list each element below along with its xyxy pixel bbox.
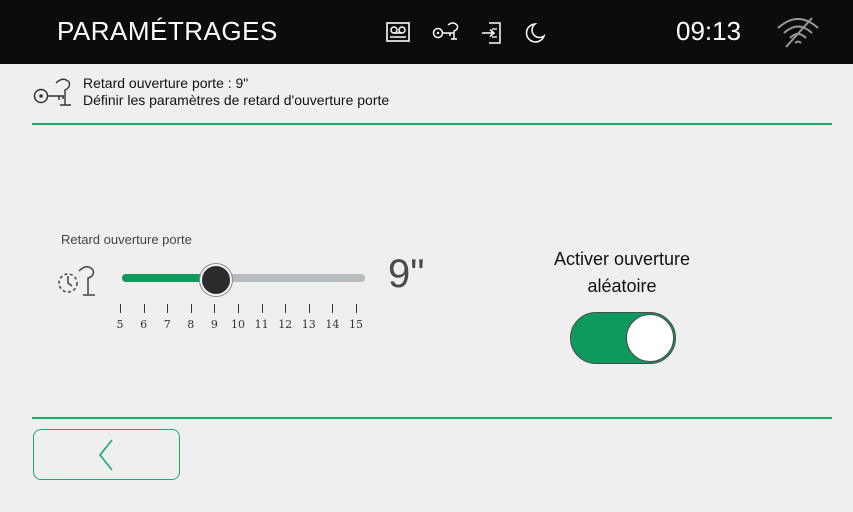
slider-tick-label: 14	[325, 318, 340, 331]
moon-icon	[524, 22, 546, 49]
divider-bottom	[32, 417, 832, 419]
random-open-toggle[interactable]	[570, 312, 676, 364]
slider-label: Retard ouverture porte	[61, 232, 192, 247]
slider-tick-label: 9	[210, 318, 218, 331]
delay-slider-track[interactable]	[122, 274, 365, 282]
divider-top	[32, 123, 832, 125]
slider-tick	[285, 304, 287, 313]
slider-tick	[190, 304, 192, 313]
slider-tick-label: 12	[278, 318, 293, 331]
page-title: PARAMÉTRAGES	[57, 16, 278, 46]
slider-tick	[143, 304, 145, 313]
header-title: Retard ouverture porte : 9"	[83, 75, 249, 91]
slider-tick	[356, 304, 357, 313]
voicemail-icon	[386, 22, 410, 47]
slider-tick	[120, 304, 121, 313]
top-bar: PARAMÉTRAGES 09:13	[0, 0, 853, 64]
slider-tick-label: 10	[231, 318, 245, 331]
random-open-label-line2: aléatoire	[587, 276, 657, 296]
door-exit-icon	[481, 22, 503, 49]
slider-tick-label: 6	[140, 318, 148, 331]
delay-slider-thumb[interactable]	[200, 264, 233, 296]
slider-tick	[332, 304, 334, 313]
back-button[interactable]	[33, 429, 180, 480]
key-icon	[32, 76, 76, 115]
slider-tick-label: 13	[301, 318, 316, 331]
slider-tick-label: 5	[116, 318, 124, 331]
delay-value: 9"	[388, 252, 425, 296]
slider-tick-label: 15	[349, 318, 363, 331]
slider-tick	[261, 304, 263, 313]
random-open-label-line1: Activer ouverture	[553, 249, 691, 269]
slider-tick-label: 11	[254, 318, 269, 331]
wifi-off-icon	[776, 16, 820, 53]
key-icon	[432, 22, 460, 47]
slider-tick	[167, 304, 169, 313]
slider-tick-label: 8	[187, 318, 195, 331]
settings-header: Retard ouverture porte : 9" Définir les …	[32, 70, 832, 124]
slider-tick	[238, 304, 239, 313]
slider-tick-label: 7	[163, 318, 171, 331]
header-subtitle: Définir les paramètres de retard d'ouver…	[83, 92, 390, 108]
chevron-left-icon	[98, 439, 113, 471]
delay-key-icon	[57, 263, 101, 304]
slider-tick	[214, 304, 216, 313]
slider-tick	[308, 304, 310, 313]
random-open-label: Activer ouverture aléatoire	[522, 246, 722, 300]
clock: 09:13	[676, 16, 742, 46]
toggle-knob	[626, 314, 674, 362]
